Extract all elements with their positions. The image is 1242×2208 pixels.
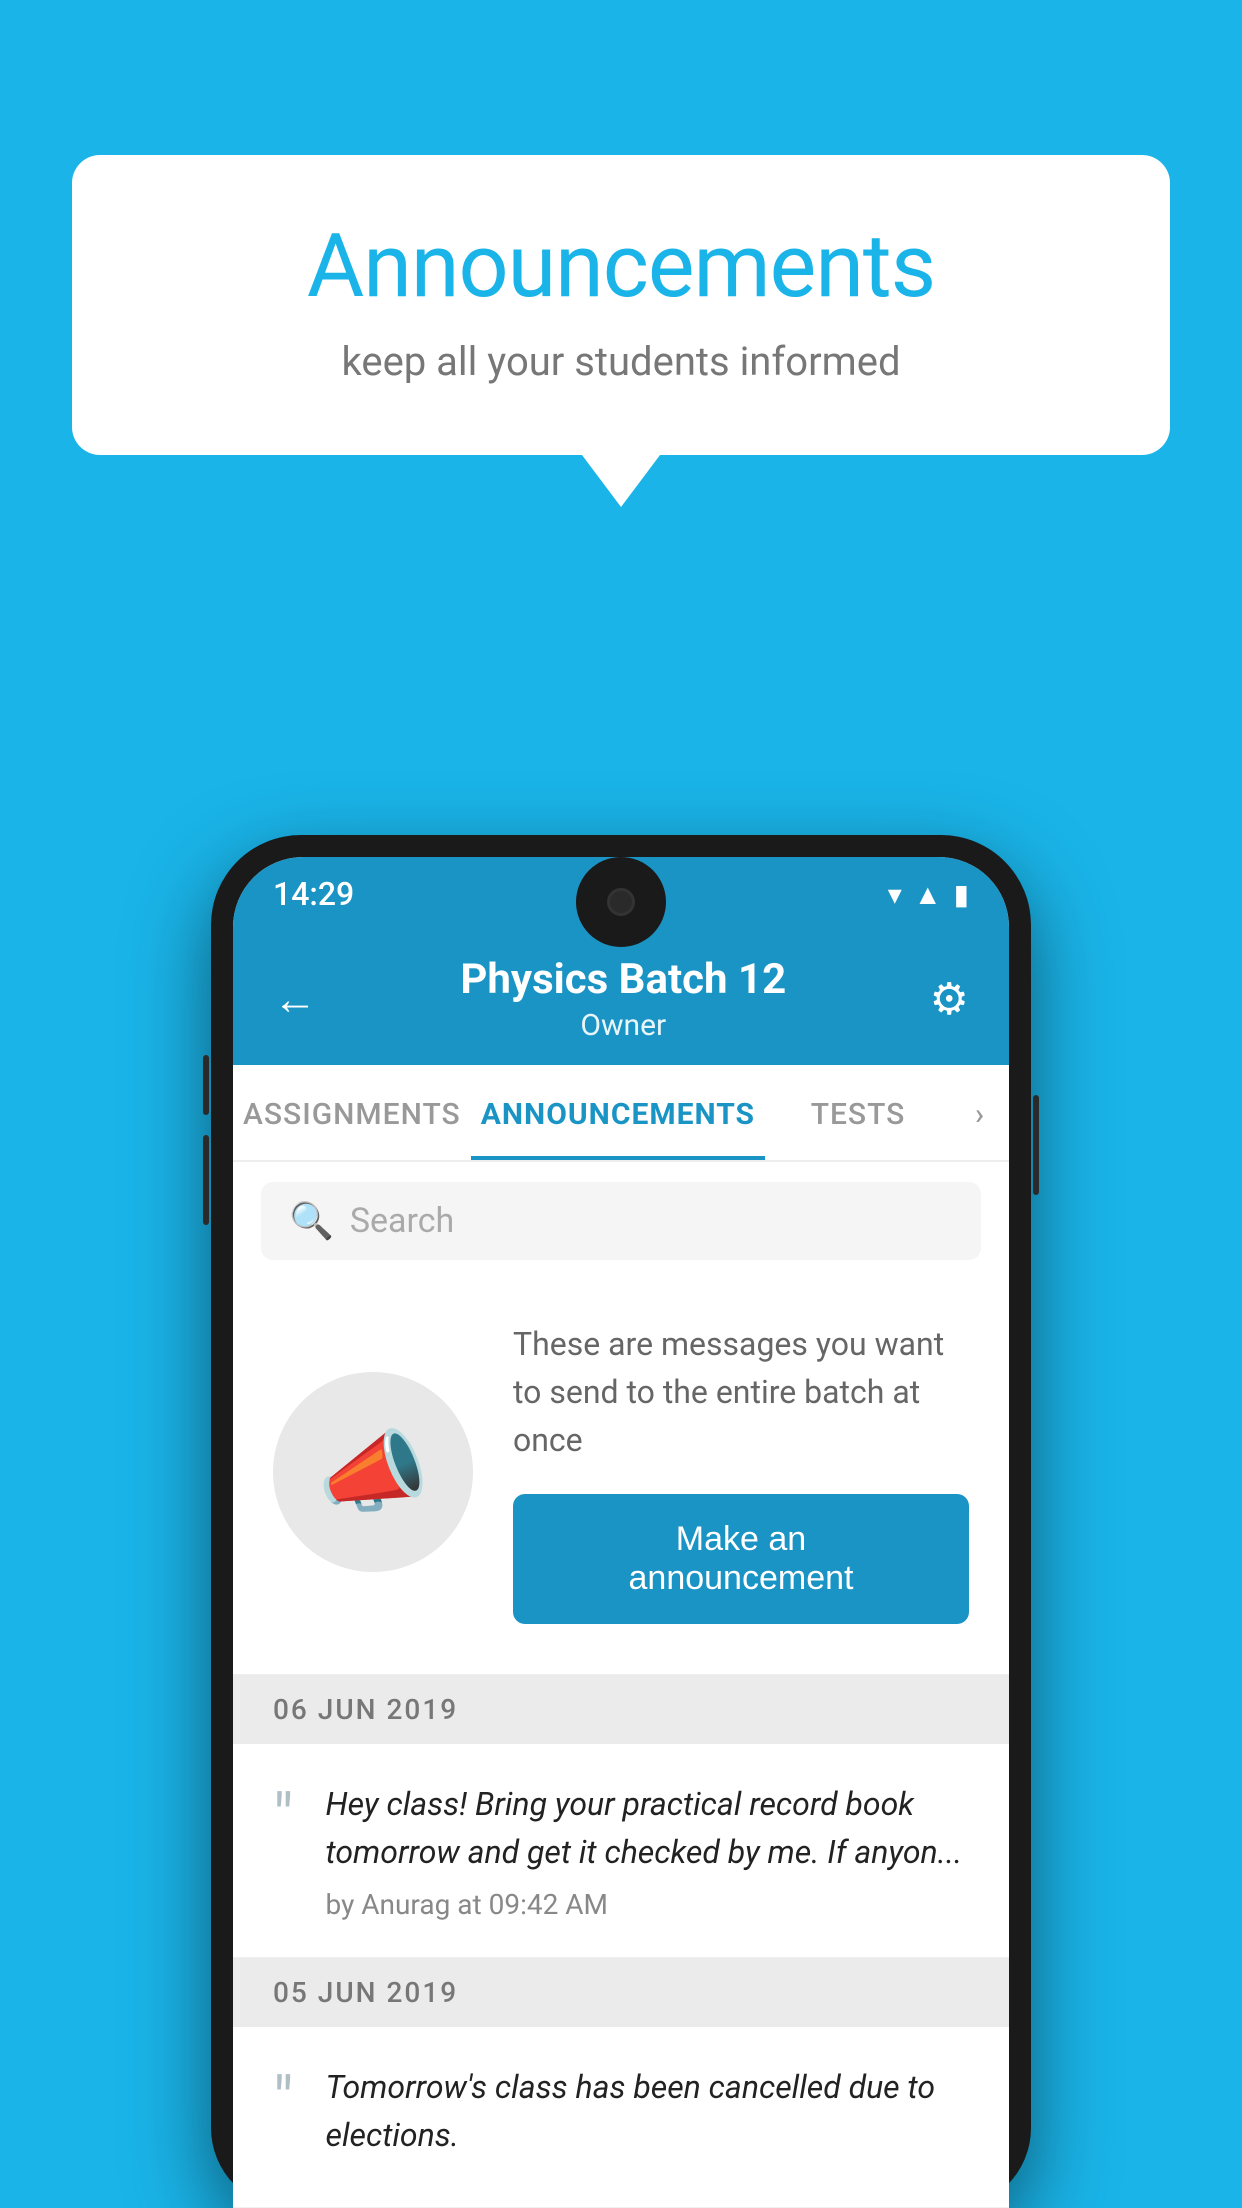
signal-icon: ▲ (914, 878, 942, 911)
cta-description: These are messages you want to send to t… (513, 1320, 969, 1464)
cta-right: These are messages you want to send to t… (513, 1320, 969, 1624)
quote-icon-1: " (273, 1786, 294, 1850)
date-header-2: 05 JUN 2019 (233, 1958, 1009, 2027)
tab-announcements[interactable]: ANNOUNCEMENTS (471, 1065, 765, 1160)
search-box[interactable]: 🔍 Search (261, 1182, 981, 1260)
status-icons: ▾ ▲ ▮ (888, 878, 969, 911)
announcement-text-2: Tomorrow's class has been cancelled due … (326, 2063, 970, 2171)
announcement-item-2[interactable]: " Tomorrow's class has been cancelled du… (233, 2027, 1009, 2208)
search-container: 🔍 Search (233, 1162, 1009, 1280)
search-input[interactable]: Search (350, 1201, 454, 1241)
phone-wrapper: 14:29 ▾ ▲ ▮ ← Physics Batch 12 Owner ⚙ A… (211, 835, 1031, 2208)
header-title: Physics Batch 12 (460, 955, 786, 1004)
announcement-item-1[interactable]: " Hey class! Bring your practical record… (233, 1744, 1009, 1958)
tab-more[interactable]: › (951, 1065, 1009, 1160)
tab-tests[interactable]: TESTS (765, 1065, 951, 1160)
tab-assignments[interactable]: ASSIGNMENTS (233, 1065, 471, 1160)
cta-section: 📣 These are messages you want to send to… (233, 1280, 1009, 1675)
tabs-bar: ASSIGNMENTS ANNOUNCEMENTS TESTS › (233, 1065, 1009, 1162)
megaphone-icon: 📣 (317, 1420, 429, 1525)
quote-icon-2: " (273, 2069, 294, 2133)
back-button[interactable]: ← (273, 973, 317, 1025)
app-header: ← Physics Batch 12 Owner ⚙ (233, 927, 1009, 1065)
date-header-1: 06 JUN 2019 (233, 1675, 1009, 1744)
wifi-icon: ▾ (888, 878, 902, 911)
status-time: 14:29 (273, 875, 354, 913)
volume-up-button (203, 1055, 209, 1115)
announcement-message-1: Hey class! Bring your practical record b… (326, 1780, 970, 1876)
speech-bubble: Announcements keep all your students inf… (72, 155, 1170, 455)
search-icon: 🔍 (289, 1200, 334, 1242)
phone-screen: 14:29 ▾ ▲ ▮ ← Physics Batch 12 Owner ⚙ A… (233, 857, 1009, 2208)
power-button (1033, 1095, 1039, 1195)
announcement-message-2: Tomorrow's class has been cancelled due … (326, 2063, 970, 2159)
bubble-subtitle: keep all your students informed (152, 338, 1090, 385)
bubble-title: Announcements (152, 215, 1090, 318)
announcement-text-1: Hey class! Bring your practical record b… (326, 1780, 970, 1921)
volume-down-button (203, 1135, 209, 1225)
front-camera (607, 888, 635, 916)
phone-outer: 14:29 ▾ ▲ ▮ ← Physics Batch 12 Owner ⚙ A… (211, 835, 1031, 2208)
cta-icon-circle: 📣 (273, 1372, 473, 1572)
battery-icon: ▮ (954, 878, 969, 911)
header-title-block: Physics Batch 12 Owner (460, 955, 786, 1043)
settings-icon[interactable]: ⚙ (930, 973, 969, 1025)
announcement-meta-1: by Anurag at 09:42 AM (326, 1888, 970, 1921)
phone-notch (576, 857, 666, 947)
make-announcement-button[interactable]: Make an announcement (513, 1494, 969, 1624)
header-subtitle: Owner (460, 1008, 786, 1043)
speech-bubble-container: Announcements keep all your students inf… (72, 155, 1170, 455)
